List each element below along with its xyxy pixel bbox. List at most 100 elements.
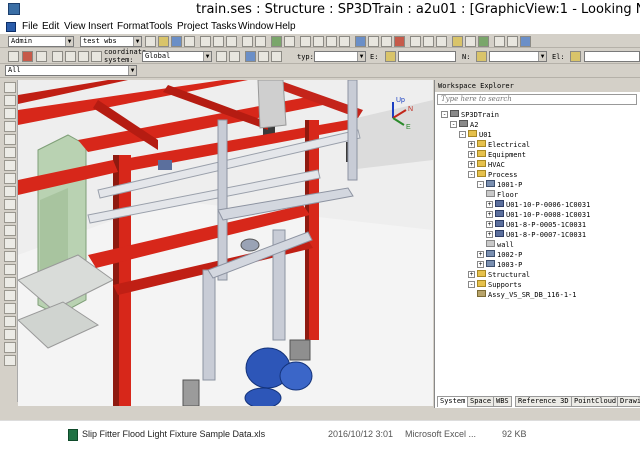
lock-n-icon[interactable]: [476, 51, 487, 62]
menu-file[interactable]: File: [22, 21, 38, 32]
tool-icon[interactable]: [229, 51, 240, 62]
pan-icon[interactable]: [355, 36, 366, 47]
print-icon[interactable]: [184, 36, 195, 47]
place-member-icon[interactable]: [4, 95, 16, 106]
tool-icon[interactable]: [216, 51, 227, 62]
place-wall-icon[interactable]: [4, 121, 16, 132]
lock-el-icon[interactable]: [570, 51, 581, 62]
tree-node[interactable]: - SP3DTrain: [441, 110, 499, 120]
tool-icon[interactable]: [258, 51, 269, 62]
menu-tools[interactable]: Tools: [149, 21, 172, 32]
tool-icon[interactable]: [78, 51, 89, 62]
cut-icon[interactable]: [200, 36, 211, 47]
snap-icon[interactable]: [507, 36, 518, 47]
menu-edit[interactable]: Edit: [42, 21, 59, 32]
measure-icon[interactable]: [436, 36, 447, 47]
tab-drawings[interactable]: Drawi: [617, 396, 640, 407]
tab-wbs[interactable]: WBS: [493, 396, 512, 407]
rotate-icon[interactable]: [368, 36, 379, 47]
tree-node[interactable]: + Equipment: [468, 150, 526, 160]
open-icon[interactable]: [158, 36, 169, 47]
expand-icon[interactable]: +: [477, 251, 484, 258]
stair-icon[interactable]: [4, 225, 16, 236]
layer-icon[interactable]: [478, 36, 489, 47]
tree-node[interactable]: + Electrical: [468, 140, 530, 150]
zoom-area-icon[interactable]: [326, 36, 337, 47]
delete-icon[interactable]: [226, 36, 237, 47]
collapse-icon[interactable]: -: [450, 121, 457, 128]
expand-icon[interactable]: +: [486, 201, 493, 208]
smart-sketch-icon[interactable]: [36, 51, 47, 62]
app-icon[interactable]: [8, 3, 20, 15]
check-icon[interactable]: [4, 355, 16, 366]
place-column-icon[interactable]: [4, 134, 16, 145]
fit-icon[interactable]: [339, 36, 350, 47]
graphic-view[interactable]: Up N E: [18, 80, 433, 406]
n-coord-input[interactable]: ▼: [489, 51, 547, 62]
ladder-icon[interactable]: [4, 238, 16, 249]
expand-icon[interactable]: +: [468, 161, 475, 168]
expand-icon[interactable]: +: [477, 261, 484, 268]
render-icon[interactable]: [423, 36, 434, 47]
menu-format[interactable]: Format: [117, 21, 149, 32]
copy-icon[interactable]: [213, 36, 224, 47]
tab-space[interactable]: Space: [467, 396, 495, 407]
connection-icon[interactable]: [4, 290, 16, 301]
tree-node[interactable]: - A2: [450, 120, 478, 130]
expand-icon[interactable]: +: [468, 141, 475, 148]
expand-icon[interactable]: +: [486, 231, 493, 238]
menu-window[interactable]: Window: [238, 21, 274, 32]
tree-node[interactable]: + Structural: [468, 270, 530, 280]
collapse-icon[interactable]: -: [477, 181, 484, 188]
selection-filter-combo[interactable]: All ▼: [5, 65, 137, 76]
place-slab-icon[interactable]: [4, 108, 16, 119]
expand-icon[interactable]: +: [486, 211, 493, 218]
file-list-row[interactable]: Slip Fitter Flood Light Fixture Sample D…: [0, 420, 640, 454]
tool-icon[interactable]: [245, 51, 256, 62]
zoom-out-icon[interactable]: [313, 36, 324, 47]
tree-node[interactable]: +1002-P: [477, 250, 522, 260]
footing-icon[interactable]: [4, 186, 16, 197]
opening-icon[interactable]: [4, 212, 16, 223]
menu-project[interactable]: Project: [177, 21, 208, 32]
new-icon[interactable]: [145, 36, 156, 47]
collapse-icon[interactable]: -: [441, 111, 448, 118]
menu-insert[interactable]: Insert: [88, 21, 113, 32]
handrail-icon[interactable]: [4, 251, 16, 262]
split-icon[interactable]: [4, 277, 16, 288]
tree-node[interactable]: + U01-10-P-0008-1C0031: [486, 210, 590, 220]
refresh-icon[interactable]: [271, 36, 282, 47]
tree-node[interactable]: +1003-P: [477, 260, 522, 270]
workspace-icon[interactable]: [520, 36, 531, 47]
model-view[interactable]: Up N E: [18, 80, 433, 406]
save-icon[interactable]: [171, 36, 182, 47]
stop-icon[interactable]: [22, 51, 33, 62]
tool-icon[interactable]: [65, 51, 76, 62]
select-arrow-icon[interactable]: [4, 82, 16, 93]
tree-node[interactable]: + U01-8-P-0007-1C0031: [486, 230, 586, 240]
e-coord-input[interactable]: [398, 51, 456, 62]
filter-combo[interactable]: test wbs ▼: [80, 36, 142, 47]
equipment-foundation-icon[interactable]: [4, 199, 16, 210]
locate-icon[interactable]: [52, 51, 63, 62]
el-coord-input[interactable]: [584, 51, 640, 62]
tab-pointcloud[interactable]: PointCloud: [571, 396, 620, 407]
redo-icon[interactable]: [255, 36, 266, 47]
collapse-icon[interactable]: -: [468, 171, 475, 178]
expand-icon[interactable]: +: [468, 151, 475, 158]
pointer-icon[interactable]: [8, 51, 19, 62]
undo-icon[interactable]: [242, 36, 253, 47]
filter-icon[interactable]: [465, 36, 476, 47]
tree-node[interactable]: Floor: [486, 190, 518, 200]
menu-help[interactable]: Help: [275, 21, 296, 32]
trim-icon[interactable]: [4, 264, 16, 275]
zoom-in-icon[interactable]: [300, 36, 311, 47]
collapse-icon[interactable]: -: [468, 281, 475, 288]
tool-icon[interactable]: [271, 51, 282, 62]
place-beam-icon[interactable]: [4, 147, 16, 158]
properties-icon[interactable]: [452, 36, 463, 47]
tree-node[interactable]: wall: [486, 240, 514, 250]
plane-icon[interactable]: [4, 342, 16, 353]
grid-system-icon[interactable]: [4, 329, 16, 340]
menu-view[interactable]: View: [64, 21, 86, 32]
